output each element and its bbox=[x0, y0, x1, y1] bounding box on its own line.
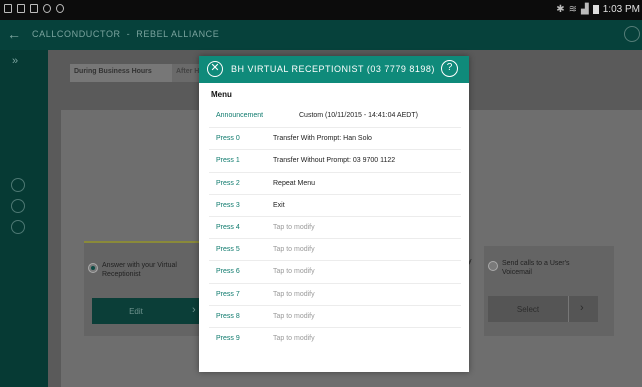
breadcrumb-app[interactable]: CALLCONDUCTOR bbox=[32, 29, 121, 39]
menu-row-key: Press 6 bbox=[216, 268, 240, 276]
menu-row-key: Press 9 bbox=[216, 334, 240, 342]
menu-row[interactable]: Press 9 Tap to modify bbox=[209, 326, 461, 349]
status-bar: ✱ ≋ ▟ 1:03 PM bbox=[0, 0, 642, 20]
menu-row[interactable]: Press 1 Transfer Without Prompt: 03 9700 … bbox=[209, 149, 461, 171]
menu-row-value: Tap to modify bbox=[273, 246, 315, 254]
menu-row[interactable]: Press 5 Tap to modify bbox=[209, 238, 461, 260]
dialog-header: ✕ BH VIRTUAL RECEPTIONIST (03 7779 8198)… bbox=[199, 56, 469, 83]
menu-row-value: Tap to modify bbox=[273, 334, 315, 342]
expand-icon[interactable]: » bbox=[12, 55, 18, 67]
menu-row-value: Exit bbox=[273, 201, 285, 209]
menu-row-value: Transfer Without Prompt: 03 9700 1122 bbox=[273, 157, 396, 165]
left-rail: » bbox=[0, 50, 48, 387]
menu-row[interactable]: Press 6 Tap to modify bbox=[209, 260, 461, 282]
signal-icon: ▟ bbox=[581, 4, 589, 15]
menu-row-value: Tap to modify bbox=[273, 312, 315, 320]
app-icon bbox=[56, 4, 64, 13]
battery-icon bbox=[592, 5, 599, 14]
clock: 1:03 PM bbox=[602, 4, 640, 15]
menu-row-key: Press 7 bbox=[216, 290, 240, 298]
chevron-right-icon: › bbox=[580, 302, 584, 314]
bluetooth-icon: ✱ bbox=[556, 4, 565, 15]
menu-row[interactable]: Announcement Custom (10/11/2015 - 14:41:0… bbox=[209, 105, 461, 127]
radio-virtual-receptionist[interactable] bbox=[88, 263, 98, 273]
menu-row-key: Press 4 bbox=[216, 223, 240, 231]
menu-row-value: Tap to modify bbox=[273, 290, 315, 298]
option-card-voicemail[interactable]: Send calls to a User's Voicemail Select … bbox=[484, 246, 614, 336]
user-icon[interactable] bbox=[11, 199, 25, 213]
dialog-title: BH VIRTUAL RECEPTIONIST (03 7779 8198) bbox=[231, 64, 435, 74]
menu-row-value: Tap to modify bbox=[273, 223, 315, 231]
breadcrumb: CALLCONDUCTOR - REBEL ALLIANCE bbox=[32, 29, 219, 39]
button-divider bbox=[568, 296, 569, 322]
menu-row-value: Custom (10/11/2015 - 14:41:04 AEDT) bbox=[299, 112, 418, 119]
virtual-receptionist-dialog: ✕ BH VIRTUAL RECEPTIONIST (03 7779 8198)… bbox=[199, 56, 469, 372]
menu-row[interactable]: Press 0 Transfer With Prompt: Han Solo bbox=[209, 127, 461, 149]
radio-voicemail[interactable] bbox=[488, 261, 498, 271]
tab-after-hours[interactable]: After H bbox=[172, 64, 202, 82]
chevron-right-icon: › bbox=[192, 304, 196, 316]
menu-row-key: Announcement bbox=[216, 112, 264, 119]
option-label-virtual-receptionist: Answer with your Virtual Receptionist bbox=[102, 262, 177, 278]
system-icons: ✱ ≋ ▟ 1:03 PM bbox=[556, 4, 640, 15]
close-icon[interactable]: ✕ bbox=[207, 61, 223, 77]
phone-icon[interactable] bbox=[11, 178, 25, 192]
menu-row-key: Press 5 bbox=[216, 246, 240, 254]
notification-icon bbox=[17, 4, 25, 13]
refresh-icon[interactable] bbox=[624, 26, 640, 42]
back-arrow-icon[interactable]: ← bbox=[7, 26, 21, 42]
menu-row-value: Transfer With Prompt: Han Solo bbox=[273, 135, 372, 143]
menu-row-key: Press 2 bbox=[216, 179, 240, 187]
menu-row[interactable]: Press 3 Exit bbox=[209, 193, 461, 216]
help-icon[interactable]: ? bbox=[441, 60, 458, 77]
menu-row-key: Press 1 bbox=[216, 157, 240, 165]
menu-row-value: Tap to modify bbox=[273, 268, 315, 276]
menu-heading: Menu bbox=[211, 90, 232, 99]
menu-row-key: Press 8 bbox=[216, 312, 240, 320]
wifi-icon: ≋ bbox=[568, 4, 578, 15]
menu-row[interactable]: Press 2 Repeat Menu bbox=[209, 171, 461, 194]
menu-row[interactable]: Press 8 Tap to modify bbox=[209, 304, 461, 327]
breadcrumb-account[interactable]: REBEL ALLIANCE bbox=[136, 29, 219, 39]
option-label-voicemail: Send calls to a User's Voicemail bbox=[502, 260, 570, 276]
edit-button[interactable]: Edit › bbox=[92, 298, 204, 324]
select-button-label: Select bbox=[516, 305, 540, 314]
edit-button-label: Edit bbox=[129, 307, 143, 316]
sync-icon bbox=[43, 4, 51, 13]
tab-business-hours[interactable]: During Business Hours bbox=[70, 64, 172, 82]
menu-row[interactable]: Press 7 Tap to modify bbox=[209, 282, 461, 305]
image-icon bbox=[30, 4, 38, 13]
menu-row-value: Repeat Menu bbox=[273, 179, 316, 187]
menu-list: Announcement Custom (10/11/2015 - 14:41:0… bbox=[209, 105, 461, 349]
option-card-virtual-receptionist[interactable]: Answer with your Virtual Receptionist Ed… bbox=[84, 241, 204, 336]
menu-row[interactable]: Press 4 Tap to modify bbox=[209, 215, 461, 238]
usb-icon bbox=[4, 4, 12, 13]
settings-icon[interactable] bbox=[11, 220, 25, 234]
menu-row-key: Press 3 bbox=[216, 201, 240, 209]
app-bar: ← CALLCONDUCTOR - REBEL ALLIANCE bbox=[0, 20, 642, 50]
notification-icons bbox=[4, 4, 64, 13]
menu-row-key: Press 0 bbox=[216, 135, 240, 143]
select-button[interactable]: Select › bbox=[488, 296, 598, 322]
breadcrumb-separator: - bbox=[126, 29, 131, 39]
